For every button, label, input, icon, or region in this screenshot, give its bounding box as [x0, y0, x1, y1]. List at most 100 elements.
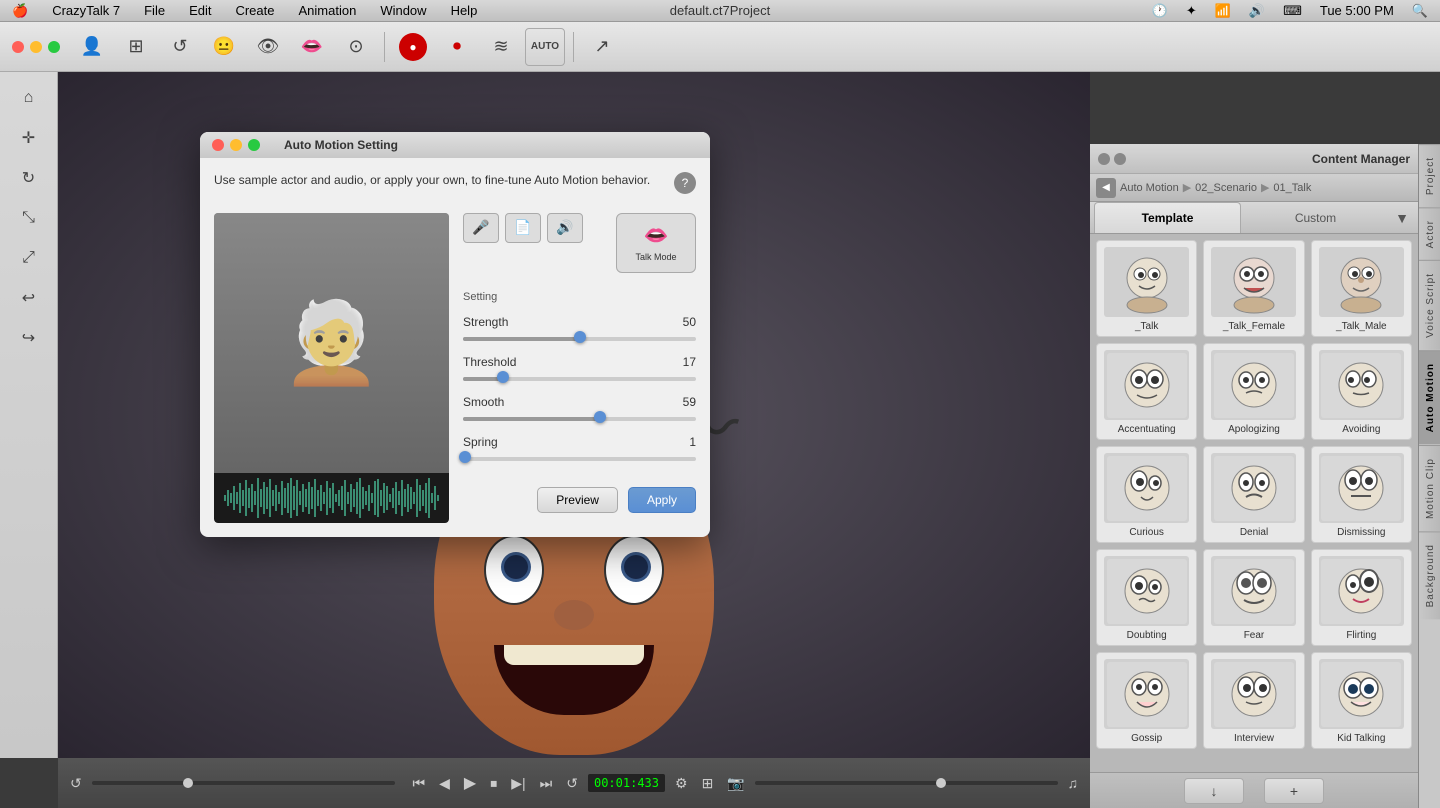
fit-tool[interactable]: ⤢: [11, 240, 47, 276]
waveform-display: [214, 473, 449, 523]
scene-button[interactable]: ⊞: [116, 28, 156, 66]
content-item-interview[interactable]: Interview: [1203, 652, 1304, 749]
content-item-dismissing[interactable]: Dismissing: [1311, 446, 1412, 543]
breadcrumb-scenario[interactable]: 02_Scenario: [1195, 182, 1257, 194]
tl-progress-track[interactable]: [92, 781, 395, 785]
spring-slider[interactable]: [463, 455, 696, 463]
apple-menu[interactable]: 🍎: [8, 3, 32, 19]
help-button[interactable]: ?: [674, 172, 696, 194]
dialog-max-button[interactable]: [248, 139, 260, 151]
menu-animation[interactable]: Animation: [295, 3, 361, 18]
menu-bar: 🍎 CrazyTalk 7 File Edit Create Animation…: [0, 0, 1440, 22]
talk-mode-button[interactable]: 👄 Talk Mode: [616, 213, 696, 273]
menu-edit[interactable]: Edit: [185, 3, 215, 18]
tl-stop-btn[interactable]: ⏹: [486, 773, 501, 794]
menu-create[interactable]: Create: [231, 3, 278, 18]
strength-thumb[interactable]: [574, 331, 586, 343]
side-tab-project[interactable]: Project: [1419, 144, 1440, 207]
tl-play-btn[interactable]: ▶: [460, 771, 480, 795]
content-grid-area[interactable]: _Talk: [1090, 234, 1418, 772]
maximize-button[interactable]: [48, 41, 60, 53]
threshold-slider[interactable]: [463, 375, 696, 383]
minimize-button[interactable]: [30, 41, 42, 53]
strength-slider[interactable]: [463, 335, 696, 343]
breadcrumb-auto-motion[interactable]: Auto Motion: [1120, 182, 1179, 194]
scale-tool[interactable]: ⤡: [11, 200, 47, 236]
label-curious: Curious: [1129, 527, 1163, 538]
stop-record-button[interactable]: ⏺: [437, 28, 477, 66]
content-item-avoiding[interactable]: Avoiding: [1311, 343, 1412, 440]
tl-settings-btn[interactable]: ⚙: [671, 773, 692, 794]
content-item-accentuating[interactable]: Accentuating: [1096, 343, 1197, 440]
tl-grid-btn[interactable]: ⊞: [698, 773, 718, 794]
home-tool[interactable]: ⌂: [11, 80, 47, 116]
undo-tool[interactable]: ↩: [11, 280, 47, 316]
tl-audio-btn[interactable]: ♫: [1064, 773, 1083, 793]
actor-button[interactable]: 👤: [72, 28, 112, 66]
content-item-talk-male[interactable]: _Talk_Male: [1311, 240, 1412, 337]
close-button[interactable]: [12, 41, 24, 53]
tl-rewind-btn[interactable]: ⏮: [409, 773, 430, 794]
add-button[interactable]: +: [1264, 778, 1324, 804]
threshold-thumb[interactable]: [497, 371, 509, 383]
mic-icon-btn[interactable]: 🎤: [463, 213, 499, 243]
content-item-kid-talking[interactable]: Kid Talking: [1311, 652, 1412, 749]
content-item-denial[interactable]: Denial: [1203, 446, 1304, 543]
search-icon[interactable]: 🔍: [1408, 3, 1432, 19]
content-item-talk[interactable]: _Talk: [1096, 240, 1197, 337]
menu-help[interactable]: Help: [447, 3, 482, 18]
side-tab-voice-script[interactable]: Voice Script: [1419, 260, 1440, 350]
tab-dropdown-button[interactable]: ▼: [1390, 202, 1414, 233]
panel-close-btn[interactable]: [1098, 153, 1110, 165]
dialog-min-button[interactable]: [230, 139, 242, 151]
camera-button[interactable]: ⊙: [336, 28, 376, 66]
panel-collapse-btn[interactable]: [1114, 153, 1126, 165]
rotate-tool[interactable]: ↻: [11, 160, 47, 196]
spring-thumb[interactable]: [459, 451, 471, 463]
side-tab-actor[interactable]: Actor: [1419, 207, 1440, 260]
tl-loop-btn[interactable]: ↺: [66, 773, 86, 794]
side-tab-background[interactable]: Background: [1419, 531, 1440, 619]
auto-button[interactable]: AUTO: [525, 28, 565, 66]
content-item-curious[interactable]: Curious: [1096, 446, 1197, 543]
mouth-button[interactable]: 👄: [292, 28, 332, 66]
move-tool[interactable]: ✛: [11, 120, 47, 156]
content-item-gossip[interactable]: Gossip: [1096, 652, 1197, 749]
label-apologizing: Apologizing: [1228, 424, 1280, 435]
preview-button[interactable]: Preview: [537, 487, 618, 513]
content-item-fear[interactable]: Fear: [1203, 549, 1304, 646]
content-item-doubting[interactable]: Doubting: [1096, 549, 1197, 646]
tab-custom[interactable]: Custom: [1243, 202, 1388, 233]
export-button[interactable]: ↗: [582, 28, 622, 66]
audio-button[interactable]: ≋: [481, 28, 521, 66]
content-item-talk-female[interactable]: _Talk_Female: [1203, 240, 1304, 337]
tl-zoom-track[interactable]: [755, 781, 1058, 785]
smooth-slider[interactable]: [463, 415, 696, 423]
download-button[interactable]: ↓: [1184, 778, 1244, 804]
breadcrumb-talk[interactable]: 01_Talk: [1273, 182, 1311, 194]
breadcrumb-back-button[interactable]: ◀: [1096, 178, 1116, 198]
menu-file[interactable]: File: [140, 3, 169, 18]
apply-button[interactable]: Apply: [628, 487, 696, 513]
smooth-thumb[interactable]: [594, 411, 606, 423]
side-tab-motion-clip[interactable]: Motion Clip: [1419, 445, 1440, 531]
tl-next-btn[interactable]: ▶|: [507, 773, 529, 794]
dialog-close-button[interactable]: [212, 139, 224, 151]
record-button[interactable]: ●: [393, 28, 433, 66]
tl-camera-btn[interactable]: 📷: [723, 773, 748, 794]
file-icon-btn[interactable]: 📄: [505, 213, 541, 243]
content-item-flirting[interactable]: Flirting: [1311, 549, 1412, 646]
tab-template[interactable]: Template: [1094, 202, 1241, 233]
tl-forward-btn[interactable]: ⏭: [536, 773, 557, 794]
motion-button[interactable]: ↺: [160, 28, 200, 66]
menu-window[interactable]: Window: [376, 3, 430, 18]
speaker-icon-btn[interactable]: 🔊: [547, 213, 583, 243]
side-tab-auto-motion[interactable]: Auto Motion: [1419, 350, 1440, 444]
redo-tool[interactable]: ↪: [11, 320, 47, 356]
content-item-apologizing[interactable]: Apologizing: [1203, 343, 1304, 440]
menu-app-name[interactable]: CrazyTalk 7: [48, 3, 124, 18]
eye-button[interactable]: 👁: [248, 28, 288, 66]
head-button[interactable]: 😐: [204, 28, 244, 66]
tl-prev-btn[interactable]: ◀: [435, 773, 454, 794]
tl-loop2-btn[interactable]: ↺: [562, 773, 582, 794]
